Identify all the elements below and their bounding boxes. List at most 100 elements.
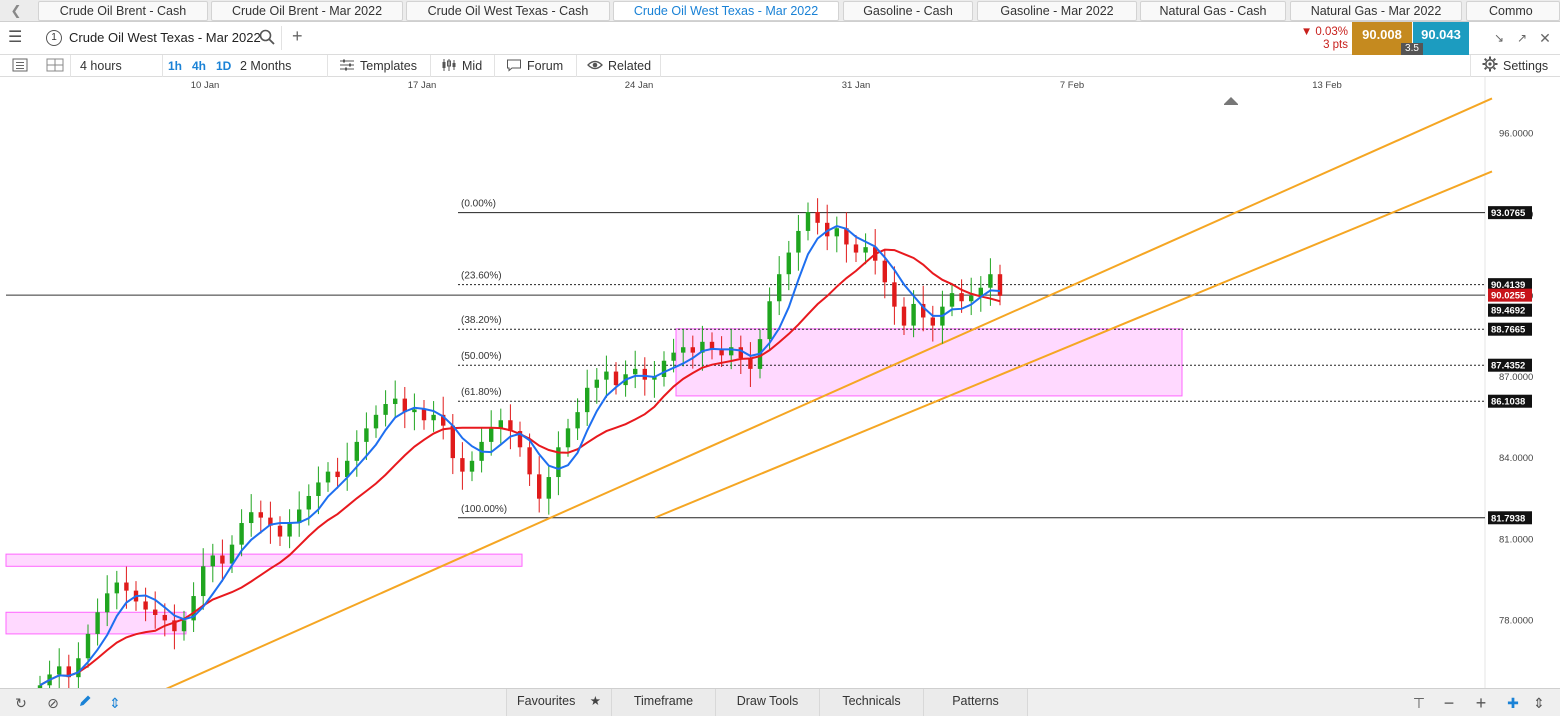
tab-commodities[interactable]: Commo (1466, 1, 1560, 21)
favourites-tab[interactable]: Favourites ★ (506, 689, 612, 716)
related-button[interactable]: Related (587, 55, 651, 77)
instrument-selector[interactable]: 1 Crude Oil West Texas - Mar 2022 (40, 26, 282, 50)
timeframe-1h-button[interactable]: 1h (168, 55, 182, 77)
chart-number-badge: 1 (46, 30, 62, 46)
auto-scale-icon[interactable]: ⊤ (1408, 693, 1430, 713)
candle-down (930, 317, 935, 326)
technicals-tab[interactable]: Technicals (819, 689, 924, 716)
popout-icon[interactable]: ↗ (1514, 30, 1530, 46)
timeframe-4h-button[interactable]: 4h (192, 55, 206, 77)
candle-down (143, 601, 148, 610)
candle-up (57, 666, 62, 675)
candle-up (565, 428, 571, 448)
timeframe-tab[interactable]: Timeframe (611, 689, 716, 716)
layout-list-icon[interactable] (12, 55, 33, 77)
move-arrows-icon[interactable]: ⇕ (104, 693, 126, 713)
tab-crude-oil-west-texas-cash[interactable]: Crude Oil West Texas - Cash (406, 1, 610, 21)
search-icon[interactable] (258, 28, 276, 46)
candle-up (546, 477, 551, 499)
settings-label: Settings (1503, 59, 1549, 73)
templates-button[interactable]: Templates (339, 55, 417, 77)
candle-down (642, 368, 647, 380)
chevron-left-icon[interactable]: ❮ (4, 2, 28, 20)
candle-up (911, 303, 916, 326)
candle-up (85, 633, 91, 659)
price-change-points: 3 pts (1323, 39, 1348, 51)
instrument-header: ☰ 1 Crude Oil West Texas - Mar 2022 + ▼ … (0, 22, 1560, 55)
refresh-icon[interactable]: ↻ (10, 693, 32, 713)
fib-level-label: (0.00%) (461, 199, 496, 210)
menu-icon[interactable]: ☰ (8, 30, 22, 46)
candle-down (527, 447, 532, 475)
candle-up (469, 460, 475, 472)
crosshair-icon[interactable]: ✚ (1502, 693, 1524, 713)
chart-canvas[interactable]: (0.00%) (23.60%) (38.20%) (50.00%) (61.80%) (… (0, 77, 1560, 688)
tab-crude-oil-brent-cash[interactable]: Crude Oil Brent - Cash (38, 1, 208, 21)
candle-up (431, 414, 436, 421)
candle-down (277, 525, 283, 537)
ma-price-tag: 89.4692 (1491, 306, 1525, 317)
candle-up (777, 274, 782, 302)
collapse-icon[interactable]: ↘ (1491, 30, 1507, 46)
candle-up (949, 293, 955, 307)
settings-button[interactable]: Settings (1482, 55, 1548, 77)
candle-up (114, 582, 119, 594)
y-axis-tick-label: 81.0000 (1499, 534, 1533, 545)
price-change: ▼ 0.03% 3 pts (1292, 26, 1348, 52)
close-icon[interactable]: ✕ (1537, 30, 1553, 46)
toolbar-divider (70, 55, 71, 77)
candle-up (604, 371, 609, 380)
fib-price-tag: 93.0765 (1491, 208, 1526, 219)
tab-gasoline-mar-2022[interactable]: Gasoline - Mar 2022 (977, 1, 1137, 21)
tab-natural-gas-mar-2022[interactable]: Natural Gas - Mar 2022 (1290, 1, 1462, 21)
candle-up (671, 352, 676, 361)
candle-down (124, 582, 129, 591)
candle-up (316, 482, 321, 496)
time-marker-icon[interactable] (1224, 97, 1238, 105)
patterns-tab[interactable]: Patterns (923, 689, 1028, 716)
candle-up (786, 252, 791, 275)
x-axis-tick-label: 24 Jan (625, 80, 654, 91)
tab-gasoline-cash[interactable]: Gasoline - Cash (843, 1, 973, 21)
candle-up (76, 658, 81, 678)
tab-crude-oil-brent-mar-2022[interactable]: Crude Oil Brent - Mar 2022 (211, 1, 403, 21)
fib-level-label: (50.00%) (461, 351, 502, 362)
forum-label: Forum (527, 59, 564, 73)
toolbar-divider (576, 55, 577, 77)
zoom-out-icon[interactable]: − (1438, 693, 1460, 713)
candle-up (325, 471, 331, 483)
candle-down (882, 260, 887, 283)
candle-up (393, 398, 398, 405)
zoom-in-icon[interactable]: + (1470, 693, 1492, 713)
forum-button[interactable]: Forum (506, 55, 563, 77)
candle-up (354, 441, 359, 461)
spread-badge: 3.5 (1401, 43, 1423, 55)
candle-up (661, 360, 667, 377)
toolbar-divider (430, 55, 431, 77)
no-entry-icon[interactable]: ⊘ (42, 693, 64, 713)
tab-natural-gas-cash[interactable]: Natural Gas - Cash (1140, 1, 1286, 21)
timeframe-1d-button[interactable]: 1D (216, 55, 231, 77)
mid-label: Mid (462, 59, 483, 73)
candle-up (364, 428, 369, 442)
pencil-icon[interactable] (74, 693, 96, 713)
current-price-tag: 90.0255 (1491, 291, 1526, 302)
interval-selector[interactable]: 4 hours (80, 55, 122, 77)
candle-down (220, 555, 225, 564)
candle-up (988, 274, 993, 288)
tab-crude-oil-west-texas-mar-2022[interactable]: Crude Oil West Texas - Mar 2022 (613, 1, 839, 21)
gear-icon (1482, 56, 1498, 72)
chat-bubble-icon (507, 59, 521, 72)
layout-grid-icon[interactable] (46, 55, 69, 77)
draw-tools-tab[interactable]: Draw Tools (715, 689, 820, 716)
candle-down (738, 347, 743, 359)
candle-down (690, 347, 695, 353)
scroll-end-icon[interactable]: ⇕ (1528, 693, 1550, 713)
mid-price-button[interactable]: Mid (441, 55, 482, 77)
price-chart[interactable]: (0.00%) (23.60%) (38.20%) (50.00%) (61.80%) (… (0, 77, 1560, 688)
range-selector[interactable]: 2 Months (240, 55, 291, 77)
chart-toolbar: 4 hours 1h 4h 1D 2 Months Templates Mid … (0, 55, 1560, 77)
add-chart-icon[interactable]: + (292, 27, 303, 45)
candle-up (594, 379, 599, 388)
candle-up (306, 495, 311, 510)
